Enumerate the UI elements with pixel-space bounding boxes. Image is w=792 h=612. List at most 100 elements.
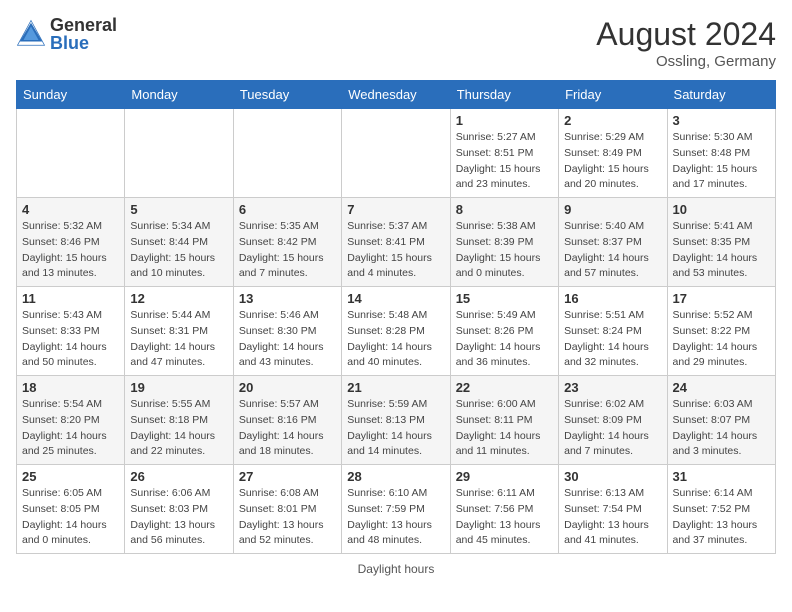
calendar-day-header: Thursday — [450, 81, 558, 109]
calendar-day-cell: 3 Sunrise: 5:30 AM Sunset: 8:48 PM Daylig… — [667, 109, 775, 198]
calendar-day-cell: 20 Sunrise: 5:57 AM Sunset: 8:16 PM Dayli… — [233, 376, 341, 465]
calendar-day-cell: 24 Sunrise: 6:03 AM Sunset: 8:07 PM Dayli… — [667, 376, 775, 465]
day-detail: Sunrise: 5:43 AM Sunset: 8:33 PM Dayligh… — [22, 308, 119, 371]
day-detail: Sunrise: 5:57 AM Sunset: 8:16 PM Dayligh… — [239, 397, 336, 460]
calendar-week-row: 4 Sunrise: 5:32 AM Sunset: 8:46 PM Daylig… — [17, 198, 776, 287]
calendar-day-cell: 29Sunrise: 6:11 AM Sunset: 7:56 PM Dayli… — [450, 465, 558, 554]
day-detail: Sunrise: 6:14 AM Sunset: 7:52 PM Dayligh… — [673, 486, 770, 549]
day-detail: Sunrise: 6:06 AM Sunset: 8:03 PM Dayligh… — [130, 486, 227, 549]
day-detail: Sunrise: 6:13 AM Sunset: 7:54 PM Dayligh… — [564, 486, 661, 549]
calendar-day-header: Sunday — [17, 81, 125, 109]
calendar-day-cell: 15Sunrise: 5:49 AM Sunset: 8:26 PM Dayli… — [450, 287, 558, 376]
day-number: 30 — [564, 469, 661, 484]
day-detail: Sunrise: 5:27 AM Sunset: 8:51 PM Dayligh… — [456, 130, 553, 193]
day-detail: Sunrise: 5:40 AM Sunset: 8:37 PM Dayligh… — [564, 219, 661, 282]
day-number: 31 — [673, 469, 770, 484]
calendar-day-cell: 25Sunrise: 6:05 AM Sunset: 8:05 PM Dayli… — [17, 465, 125, 554]
day-detail: Sunrise: 6:10 AM Sunset: 7:59 PM Dayligh… — [347, 486, 444, 549]
day-detail: Sunrise: 5:41 AM Sunset: 8:35 PM Dayligh… — [673, 219, 770, 282]
day-number: 18 — [22, 380, 119, 395]
day-number: 27 — [239, 469, 336, 484]
day-detail: Sunrise: 5:51 AM Sunset: 8:24 PM Dayligh… — [564, 308, 661, 371]
day-detail: Sunrise: 5:34 AM Sunset: 8:44 PM Dayligh… — [130, 219, 227, 282]
day-number: 29 — [456, 469, 553, 484]
day-number: 10 — [673, 202, 770, 217]
daylight-hours-label: Daylight hours — [358, 562, 435, 576]
month-year-title: August 2024 — [596, 16, 776, 53]
calendar-day-cell: 31 Sunrise: 6:14 AM Sunset: 7:52 PM Dayli… — [667, 465, 775, 554]
day-number: 20 — [239, 380, 336, 395]
day-detail: Sunrise: 6:08 AM Sunset: 8:01 PM Dayligh… — [239, 486, 336, 549]
day-detail: Sunrise: 5:30 AM Sunset: 8:48 PM Dayligh… — [673, 130, 770, 193]
calendar-week-row: 25Sunrise: 6:05 AM Sunset: 8:05 PM Dayli… — [17, 465, 776, 554]
calendar-day-cell: 28Sunrise: 6:10 AM Sunset: 7:59 PM Dayli… — [342, 465, 450, 554]
day-number: 26 — [130, 469, 227, 484]
page-header: General Blue August 2024 Ossling, German… — [16, 16, 776, 70]
day-number: 12 — [130, 291, 227, 306]
calendar-day-header: Monday — [125, 81, 233, 109]
calendar-day-cell: 2 Sunrise: 5:29 AM Sunset: 8:49 PM Daylig… — [559, 109, 667, 198]
logo-blue-text: Blue — [50, 34, 117, 52]
title-block: August 2024 Ossling, Germany — [596, 16, 776, 70]
day-number: 22 — [456, 380, 553, 395]
calendar-day-cell: 11 Sunrise: 5:43 AM Sunset: 8:33 PM Dayli… — [17, 287, 125, 376]
day-number: 3 — [673, 113, 770, 128]
calendar-day-cell: 14Sunrise: 5:48 AM Sunset: 8:28 PM Dayli… — [342, 287, 450, 376]
day-number: 24 — [673, 380, 770, 395]
calendar-day-cell: 9 Sunrise: 5:40 AM Sunset: 8:37 PM Daylig… — [559, 198, 667, 287]
day-detail: Sunrise: 6:03 AM Sunset: 8:07 PM Dayligh… — [673, 397, 770, 460]
calendar-day-cell: 10 Sunrise: 5:41 AM Sunset: 8:35 PM Dayli… — [667, 198, 775, 287]
day-number: 17 — [673, 291, 770, 306]
calendar-day-cell: 17 Sunrise: 5:52 AM Sunset: 8:22 PM Dayli… — [667, 287, 775, 376]
day-detail: Sunrise: 5:38 AM Sunset: 8:39 PM Dayligh… — [456, 219, 553, 282]
day-number: 9 — [564, 202, 661, 217]
day-number: 23 — [564, 380, 661, 395]
calendar-day-cell: 30 Sunrise: 6:13 AM Sunset: 7:54 PM Dayli… — [559, 465, 667, 554]
day-detail: Sunrise: 5:44 AM Sunset: 8:31 PM Dayligh… — [130, 308, 227, 371]
calendar-day-header: Friday — [559, 81, 667, 109]
day-detail: Sunrise: 5:55 AM Sunset: 8:18 PM Dayligh… — [130, 397, 227, 460]
calendar-day-cell — [342, 109, 450, 198]
calendar-week-row: 18 Sunrise: 5:54 AM Sunset: 8:20 PM Dayli… — [17, 376, 776, 465]
day-number: 5 — [130, 202, 227, 217]
day-detail: Sunrise: 5:32 AM Sunset: 8:46 PM Dayligh… — [22, 219, 119, 282]
footer-note: Daylight hours — [16, 562, 776, 576]
day-number: 7 — [347, 202, 444, 217]
calendar-day-cell: 12 Sunrise: 5:44 AM Sunset: 8:31 PM Dayli… — [125, 287, 233, 376]
day-number: 2 — [564, 113, 661, 128]
day-detail: Sunrise: 5:29 AM Sunset: 8:49 PM Dayligh… — [564, 130, 661, 193]
day-detail: Sunrise: 5:37 AM Sunset: 8:41 PM Dayligh… — [347, 219, 444, 282]
calendar-day-header: Wednesday — [342, 81, 450, 109]
day-detail: Sunrise: 5:46 AM Sunset: 8:30 PM Dayligh… — [239, 308, 336, 371]
calendar-day-cell: 22Sunrise: 6:00 AM Sunset: 8:11 PM Dayli… — [450, 376, 558, 465]
day-detail: Sunrise: 5:59 AM Sunset: 8:13 PM Dayligh… — [347, 397, 444, 460]
calendar-week-row: 1 Sunrise: 5:27 AM Sunset: 8:51 PM Daylig… — [17, 109, 776, 198]
day-number: 6 — [239, 202, 336, 217]
calendar-day-cell: 18 Sunrise: 5:54 AM Sunset: 8:20 PM Dayli… — [17, 376, 125, 465]
location-subtitle: Ossling, Germany — [596, 53, 776, 70]
logo-icon — [16, 19, 46, 49]
calendar-day-cell — [17, 109, 125, 198]
calendar-day-cell: 8 Sunrise: 5:38 AM Sunset: 8:39 PM Daylig… — [450, 198, 558, 287]
calendar-day-cell: 23 Sunrise: 6:02 AM Sunset: 8:09 PM Dayli… — [559, 376, 667, 465]
day-number: 19 — [130, 380, 227, 395]
day-number: 25 — [22, 469, 119, 484]
logo: General Blue — [16, 16, 117, 52]
calendar-week-row: 11 Sunrise: 5:43 AM Sunset: 8:33 PM Dayli… — [17, 287, 776, 376]
calendar-day-cell — [233, 109, 341, 198]
calendar-day-cell: 26 Sunrise: 6:06 AM Sunset: 8:03 PM Dayli… — [125, 465, 233, 554]
calendar-day-cell: 6 Sunrise: 5:35 AM Sunset: 8:42 PM Daylig… — [233, 198, 341, 287]
day-number: 11 — [22, 291, 119, 306]
day-detail: Sunrise: 5:54 AM Sunset: 8:20 PM Dayligh… — [22, 397, 119, 460]
day-number: 4 — [22, 202, 119, 217]
day-detail: Sunrise: 6:02 AM Sunset: 8:09 PM Dayligh… — [564, 397, 661, 460]
day-number: 1 — [456, 113, 553, 128]
day-detail: Sunrise: 5:35 AM Sunset: 8:42 PM Dayligh… — [239, 219, 336, 282]
day-detail: Sunrise: 5:52 AM Sunset: 8:22 PM Dayligh… — [673, 308, 770, 371]
calendar-day-cell: 19 Sunrise: 5:55 AM Sunset: 8:18 PM Dayli… — [125, 376, 233, 465]
calendar-day-cell: 7 Sunrise: 5:37 AM Sunset: 8:41 PM Daylig… — [342, 198, 450, 287]
day-number: 8 — [456, 202, 553, 217]
calendar-day-cell: 13 Sunrise: 5:46 AM Sunset: 8:30 PM Dayli… — [233, 287, 341, 376]
day-number: 13 — [239, 291, 336, 306]
calendar-day-cell: 27 Sunrise: 6:08 AM Sunset: 8:01 PM Dayli… — [233, 465, 341, 554]
